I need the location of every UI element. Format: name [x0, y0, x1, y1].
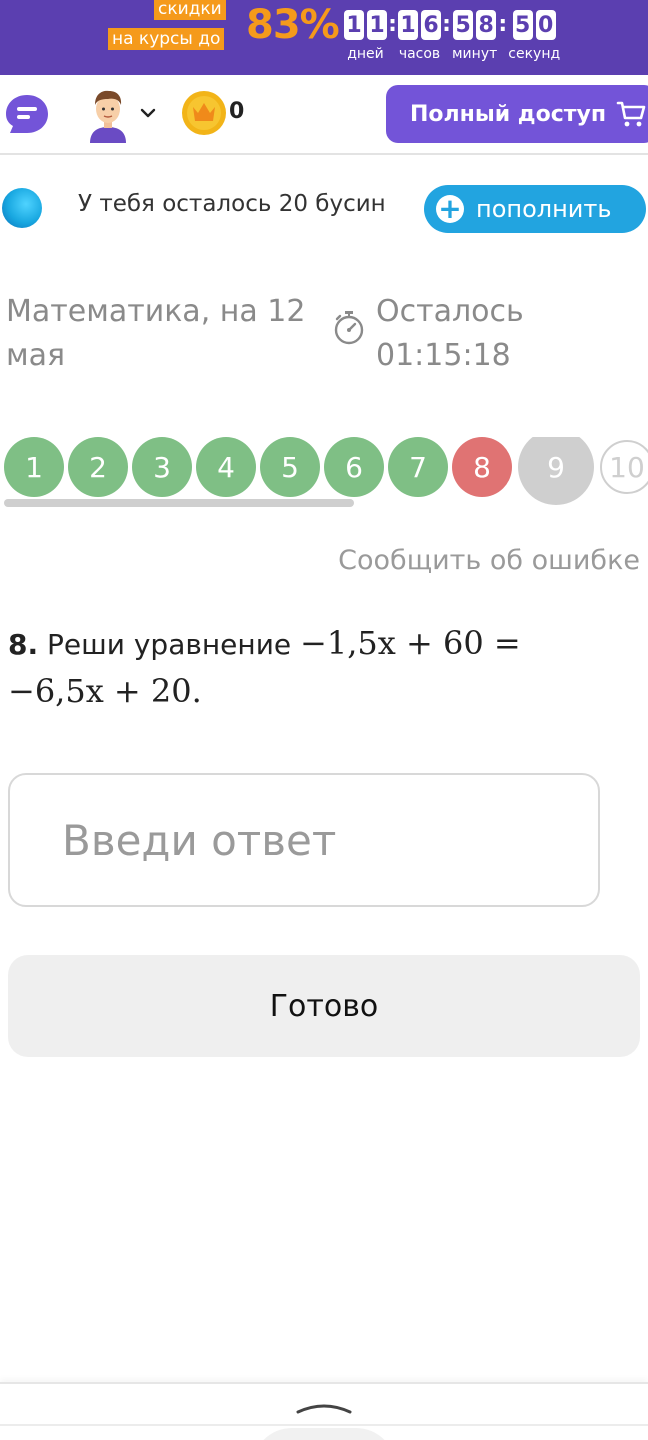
- stopwatch-icon: [334, 311, 364, 345]
- submit-button[interactable]: Готово: [8, 955, 640, 1057]
- cart-icon: [616, 101, 646, 127]
- full-access-button[interactable]: Полный доступ: [386, 85, 648, 143]
- question-number-7[interactable]: 7: [388, 437, 448, 497]
- promo-percent: 83%: [246, 2, 340, 48]
- chevron-up-icon[interactable]: [296, 1396, 352, 1416]
- chat-menu-icon[interactable]: [4, 93, 50, 137]
- question-number-label: 8.: [8, 628, 39, 661]
- countdown-label: секунд: [508, 46, 561, 62]
- countdown-digit: 5: [512, 10, 533, 40]
- countdown-digit: 6: [421, 10, 441, 40]
- avatar[interactable]: [86, 87, 130, 143]
- question-number-5[interactable]: 5: [260, 437, 320, 497]
- countdown-separator: :: [388, 12, 397, 37]
- promo-line-discounts: скидки: [154, 0, 226, 20]
- timer-value: 01:15:18: [376, 338, 511, 373]
- equation-part-1: −1,5x + 60 =: [300, 624, 521, 662]
- question-number-6[interactable]: 6: [324, 437, 384, 497]
- divider: [0, 1424, 648, 1426]
- countdown-label: часов: [398, 46, 441, 62]
- question-scrollbar[interactable]: [4, 499, 354, 507]
- bottom-handle[interactable]: [252, 1428, 396, 1440]
- timer-label: Осталось: [376, 294, 524, 329]
- answer-field[interactable]: [8, 773, 600, 907]
- test-title: Математика, на 12 мая: [6, 294, 306, 373]
- question-number-1[interactable]: 1: [4, 437, 64, 497]
- chevron-down-icon[interactable]: [140, 107, 156, 119]
- countdown-separator: :: [498, 12, 508, 37]
- coin-count: 0: [229, 99, 245, 124]
- question-number-8[interactable]: 8: [452, 437, 512, 497]
- countdown-seconds: 5 0 секунд: [508, 10, 560, 62]
- crown-coin-icon: [182, 91, 226, 135]
- bead-icon: [2, 188, 42, 228]
- bottom-bar: [0, 1382, 648, 1440]
- promo-banner[interactable]: скидки на курсы до 83% 1 1 дней : 1 6 ча…: [0, 0, 648, 75]
- promo-line-courses: на курсы до: [108, 28, 225, 50]
- beads-remaining-text: У тебя осталось 20 бусин: [78, 191, 386, 217]
- countdown-digit: 1: [367, 10, 387, 40]
- question-number-9[interactable]: 9: [518, 437, 594, 505]
- countdown-digit: 5: [453, 10, 474, 40]
- answer-input[interactable]: [10, 775, 598, 905]
- countdown-digit: 0: [535, 10, 556, 40]
- countdown-minutes: 5 8 минут: [452, 10, 497, 62]
- question-number-10[interactable]: 10: [600, 440, 648, 494]
- top-header: 0 Полный доступ: [0, 75, 648, 155]
- question-number-3[interactable]: 3: [132, 437, 192, 497]
- submit-label: Готово: [269, 988, 379, 1024]
- countdown-label: дней: [347, 46, 384, 62]
- full-access-label: Полный доступ: [410, 101, 607, 127]
- refill-label: пополнить: [476, 195, 612, 223]
- report-error-link[interactable]: Сообщить об ошибке: [338, 545, 640, 576]
- equation-part-2: −6,5x + 20.: [8, 672, 202, 710]
- promo-countdown: 1 1 дней : 1 6 часов : 5 8 минут : 5 0 с…: [344, 10, 560, 62]
- countdown-digit: 8: [476, 10, 497, 40]
- question-text: 8. Реши уравнение −1,5x + 60 = −6,5x + 2…: [8, 620, 638, 716]
- question-number-4[interactable]: 4: [196, 437, 256, 497]
- timer: Осталось 01:15:18: [376, 290, 524, 378]
- refill-button[interactable]: + пополнить: [424, 185, 646, 233]
- countdown-label: минут: [452, 46, 498, 62]
- countdown-separator: :: [442, 12, 451, 37]
- question-navigator: 1 2 3 4 5 6 7 8 9 10: [4, 437, 648, 507]
- plus-icon: +: [436, 195, 464, 223]
- countdown-digit: 1: [344, 10, 364, 40]
- countdown-hours: 1 6 часов: [398, 10, 441, 62]
- countdown-digit: 1: [398, 10, 418, 40]
- question-prompt: Реши уравнение: [47, 628, 292, 661]
- countdown-days: 1 1 дней: [344, 10, 387, 62]
- question-number-2[interactable]: 2: [68, 437, 128, 497]
